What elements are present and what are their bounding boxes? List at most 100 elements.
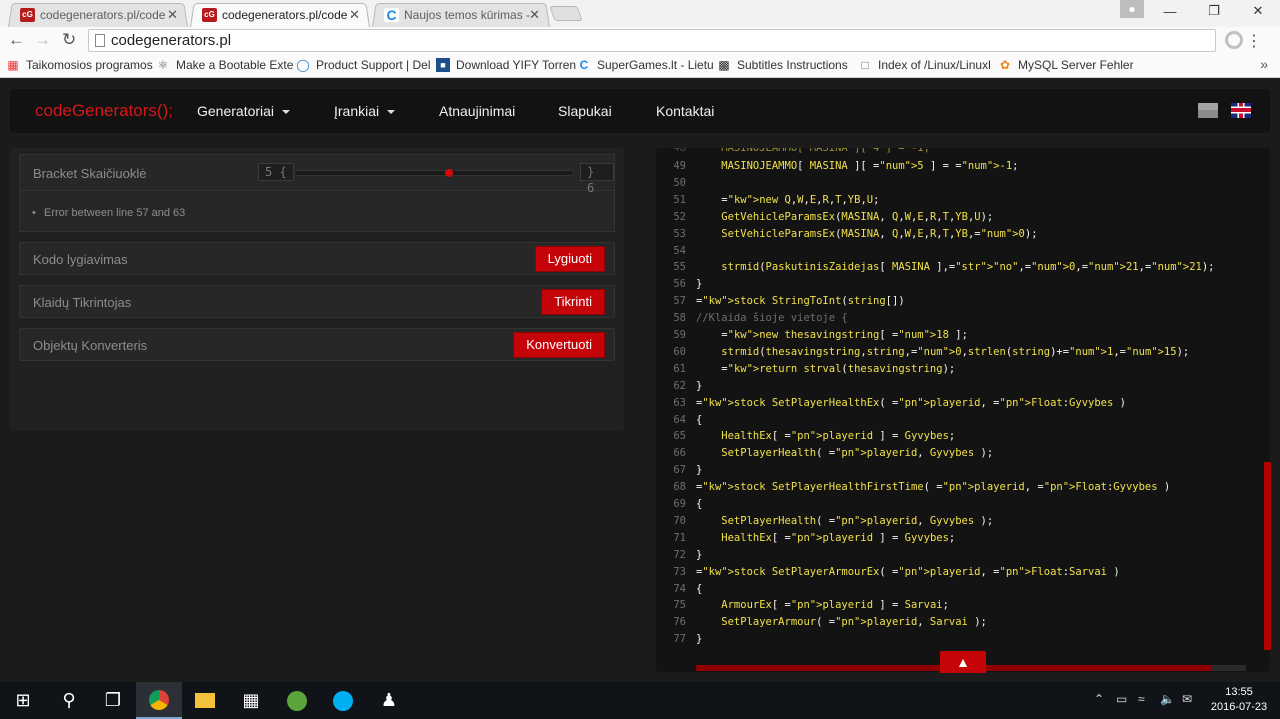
code-text: ="kw">stock SetPlayerHealthFirstTime( ="… [696, 481, 1171, 494]
bookmark-yify[interactable]: ■ Download YIFY Torren [436, 58, 576, 72]
line-number: 71 [673, 531, 686, 544]
code-text: ="kw">return strval(thesavingstring); [721, 362, 956, 375]
code-line: 59 ="kw">new thesavingstring[ ="num">18 … [656, 327, 1256, 344]
code-line: 74 { [656, 581, 1256, 598]
supergames-icon: C [579, 58, 589, 72]
dell-icon: ◯ [296, 58, 310, 72]
nav-irankiai[interactable]: Įrankiai [334, 103, 396, 119]
code-line: 56} [656, 276, 1256, 293]
store-icon[interactable]: ▦ [228, 682, 274, 719]
code-line: 53 SetVehicleParamsEx(MASINA, Q,W,E,R,T,… [656, 226, 1256, 243]
volume-icon[interactable]: 🔈 [1160, 692, 1175, 706]
close-tab-icon[interactable]: ✕ [529, 7, 540, 23]
bracket-header: Bracket Skaičiuoklė 5 { } 6 [20, 155, 614, 195]
bookmark-subtitles[interactable]: ▩ Subtitles Instructions [717, 58, 847, 72]
code-text: SetPlayerHealth( ="pn">playerid, Gyvybes… [696, 514, 994, 527]
bookmark-dell[interactable]: ◯ Product Support | Del [296, 58, 430, 72]
line-number: 72 [673, 548, 686, 561]
nav-slapukai[interactable]: Slapukai [558, 103, 612, 119]
site-logo[interactable]: codeGenerators(); [35, 101, 173, 121]
english-flag-icon[interactable] [1231, 103, 1251, 118]
code-line: 54 [656, 243, 1256, 260]
line-number: 55 [673, 261, 686, 274]
konvertuoti-button[interactable]: Konvertuoti [513, 332, 605, 358]
tool-label: Klaidų Tikrintojas [33, 295, 132, 310]
user-profile-icon[interactable]: ● [1120, 0, 1144, 18]
code-vertical-scrollbar[interactable] [1264, 462, 1271, 650]
chevron-down-icon [282, 110, 291, 115]
tab-naujos-temos[interactable]: C Naujos temos kūrimas - S ✕ [372, 2, 550, 27]
chess-pawn-icon[interactable]: ♟ [366, 682, 412, 719]
wifi-icon[interactable]: ≈ [1138, 692, 1145, 706]
code-line: 77} [656, 631, 1256, 648]
code-text: ="kw">new Q,W,E,R,T,YB,U; [721, 193, 880, 206]
lygiuoti-button[interactable]: Lygiuoti [534, 246, 605, 272]
notification-icon[interactable]: ✉ [1182, 692, 1192, 706]
line-number: 56 [673, 278, 686, 291]
menu-icon[interactable]: ⋮ [1246, 31, 1262, 51]
extension-icon[interactable] [1225, 31, 1243, 49]
bookmark-supergames[interactable]: C SuperGames.lt - Lietu [577, 58, 714, 72]
code-text: ="kw">new thesavingstring[ ="num">18 ]; [721, 329, 968, 341]
scroll-to-top-button[interactable]: ▲ [940, 651, 986, 673]
tool-label: Objektų Konverteris [33, 338, 148, 353]
back-arrow-icon[interactable]: ← [8, 30, 25, 50]
file-explorer-icon[interactable] [182, 682, 228, 719]
minimize-button[interactable]: — [1148, 0, 1192, 22]
code-line: 63 ="kw">stock SetPlayerHealthEx( ="pn">p… [656, 395, 1256, 412]
code-text: strmid(thesavingstring,string,="num">0,s… [696, 345, 1190, 358]
maximize-button[interactable]: ❐ [1192, 0, 1236, 22]
line-number: 66 [673, 447, 686, 460]
code-line: 75 ArmourEx[ ="pn">playerid ] = Sarvai; [656, 597, 1256, 614]
close-tab-icon[interactable]: ✕ [167, 7, 178, 23]
bookmark-linux-index[interactable]: □ Index of /Linux/Linuxl [858, 58, 990, 72]
bookmark-mysql[interactable]: ✿ MySQL Server Fehler [998, 58, 1134, 72]
code-text: ="kw">stock SetPlayerArmourEx( ="pn">pla… [696, 565, 1120, 578]
bookmark-apps[interactable]: ▦ Taikomosios programos [6, 58, 152, 72]
bookmark-bootable[interactable]: ⚛ Make a Bootable Exte [156, 58, 294, 72]
close-tab-icon[interactable]: ✕ [349, 7, 360, 23]
nav-kontaktai[interactable]: Kontaktai [656, 103, 714, 119]
code-text: MASINOJEAMMO[ MASINA ][ ="num">5 ] = ="n… [696, 160, 1019, 172]
battery-icon[interactable]: ▭ [1116, 692, 1127, 706]
tab-title: codegenerators.pl/code - [40, 7, 170, 22]
reload-icon[interactable]: ↻ [62, 30, 76, 50]
show-hidden-icons[interactable]: ⌃ [1094, 692, 1104, 706]
tab-title: Naujos temos kūrimas - S [404, 7, 534, 22]
tab-codegenerators-1[interactable]: cG codegenerators.pl/code - ✕ [8, 2, 188, 27]
search-icon[interactable]: ⚲ [46, 682, 92, 719]
task-view-icon[interactable]: ❐ [90, 682, 136, 719]
forum-favicon-icon: C [384, 7, 399, 23]
line-number: 77 [673, 633, 686, 646]
code-line-partial: 48 MASINOJEAMMO[ MASINA ][ 4 ] = -1; [673, 148, 930, 154]
forward-arrow-icon[interactable]: → [34, 30, 51, 50]
system-clock[interactable]: 13:55 2016-07-23 [1208, 685, 1270, 715]
code-line: 65 HealthEx[ ="pn">playerid ] = Gyvybes; [656, 428, 1256, 445]
utorrent-icon[interactable] [274, 682, 320, 719]
code-text: } [696, 633, 703, 646]
chrome-icon[interactable] [136, 682, 182, 719]
close-window-button[interactable]: ✕ [1236, 0, 1280, 22]
tab-title: codegenerators.pl/code - [222, 7, 352, 22]
tab-codegenerators-2[interactable]: cG codegenerators.pl/code - ✕ [190, 2, 370, 27]
open-bracket-count: 5 { [258, 163, 294, 181]
tool-label: Kodo lygiavimas [33, 252, 128, 267]
code-text: { [696, 413, 703, 426]
lithuanian-flag-icon[interactable] [1198, 103, 1218, 118]
new-tab-button[interactable] [549, 6, 583, 21]
windows-start-icon[interactable]: ⊞ [0, 682, 46, 719]
windows-taskbar: ⊞ ⚲ ❐ ▦ ♟ ⌃ ▭ ≈ 🔈 ✉ 13:55 2016-07-23 [0, 682, 1280, 719]
code-line: 57 ="kw">stock StringToInt(string[]) [656, 293, 1256, 310]
address-bar[interactable]: codegenerators.pl [88, 29, 1216, 52]
code-editor[interactable]: 48 MASINOJEAMMO[ MASINA ][ 4 ] = -1; 49 … [656, 148, 1270, 672]
nav-generatoriai[interactable]: Generatoriai [197, 103, 291, 119]
page-icon: □ [861, 58, 869, 72]
apps-icon: ▦ [7, 58, 19, 72]
nav-atnaujinimai[interactable]: Atnaujinimai [439, 103, 515, 119]
line-number: 54 [673, 244, 686, 257]
close-bracket-count: } 6 [580, 163, 614, 195]
tikrinti-button[interactable]: Tikrinti [541, 289, 605, 315]
line-number: 57 [673, 295, 686, 308]
more-bookmarks-icon[interactable]: » [1260, 56, 1268, 72]
skype-icon[interactable] [320, 682, 366, 719]
